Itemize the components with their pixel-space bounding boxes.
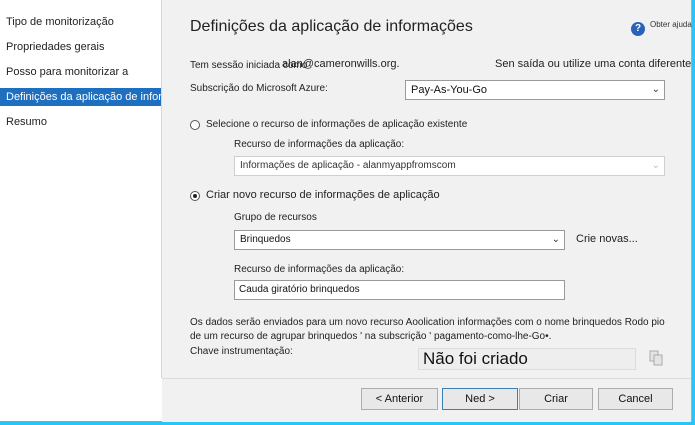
resource-group-label: Grupo de recursos	[234, 212, 317, 223]
page-title: Definições da aplicação de informações	[190, 18, 473, 35]
sidebar-item-app-insights-settings[interactable]: Definições da aplicação de informações	[0, 88, 161, 106]
create-new-radio[interactable]	[190, 191, 200, 201]
create-new-group-link[interactable]: Crie novas...	[576, 233, 638, 245]
copy-icon[interactable]	[649, 350, 663, 366]
next-button[interactable]: Ned >	[442, 388, 518, 410]
sidebar-item-label: Tipo de monitorização	[6, 16, 114, 28]
sidebar-item-label: Propriedades gerais	[6, 41, 105, 53]
subscription-value: Pay-As-You-Go	[411, 84, 488, 96]
existing-resource-select[interactable]: Informações de aplicação - alanmyappfrom…	[234, 156, 665, 176]
main-panel: Definições da aplicação de informações ?…	[162, 0, 692, 378]
sidebar-item-summary[interactable]: Resumo	[0, 113, 161, 131]
sidebar-item-general-properties[interactable]: Propriedades gerais	[0, 38, 161, 56]
signout-link[interactable]: Sen saída ou utilize uma conta diferente	[495, 58, 691, 70]
new-resource-name-input[interactable]: Cauda giratório brinquedos	[234, 280, 565, 300]
sidebar-item-label: Resumo	[6, 116, 47, 128]
help-link[interactable]: Obter ajuda	[650, 20, 692, 29]
info-text-line2: de um recurso de agrupar brinquedos ' na…	[190, 331, 552, 342]
chevron-down-icon: ⌄	[651, 84, 660, 95]
create-button[interactable]: Criar	[519, 388, 593, 410]
sidebar-item-what-to-monitor[interactable]: Posso para monitorizar a	[0, 63, 161, 81]
existing-resource-radio[interactable]	[190, 120, 200, 130]
info-text-line1: Os dados serão enviados para um novo rec…	[190, 317, 665, 328]
existing-resource-value: Informações de aplicação - alanmyappfrom…	[240, 160, 456, 171]
wizard-window: Tipo de monitorização Propriedades gerai…	[0, 0, 692, 422]
sidebar-item-label: Posso para monitorizar a	[6, 66, 129, 78]
new-resource-label: Recurso de informações da aplicação:	[234, 264, 405, 275]
ikey-field: Não foi criado	[418, 348, 636, 370]
session-email: alan@cameronwills.org.	[282, 58, 400, 70]
new-resource-name-value: Cauda giratório brinquedos	[239, 284, 360, 295]
subscription-select[interactable]: Pay-As-You-Go ⌄	[405, 80, 665, 100]
help-icon[interactable]: ?	[631, 22, 645, 36]
ikey-label: Chave instrumentação:	[190, 346, 293, 357]
cancel-button[interactable]: Cancel	[598, 388, 673, 410]
existing-resource-label: Selecione o recurso de informações de ap…	[206, 119, 468, 130]
resource-group-select[interactable]: Brinquedos ⌄	[234, 230, 565, 250]
sidebar-item-monitoring-type[interactable]: Tipo de monitorização	[0, 13, 161, 31]
subscription-label: Subscrição do Microsoft Azure:	[190, 83, 328, 94]
wizard-sidebar: Tipo de monitorização Propriedades gerai…	[0, 0, 162, 378]
wizard-footer: < Anterior Ned > Criar Cancel	[162, 378, 691, 422]
ikey-value: Não foi criado	[423, 349, 528, 368]
resource-group-value: Brinquedos	[240, 234, 291, 245]
chevron-down-icon: ⌄	[551, 234, 560, 245]
back-button[interactable]: < Anterior	[361, 388, 438, 410]
chevron-down-icon: ⌄	[651, 160, 660, 171]
existing-resource-field-label: Recurso de informações da aplicação:	[234, 139, 405, 150]
create-new-label: Criar novo recurso de informações de apl…	[206, 189, 440, 201]
sidebar-item-label: Definições da aplicação de informações	[6, 91, 161, 103]
